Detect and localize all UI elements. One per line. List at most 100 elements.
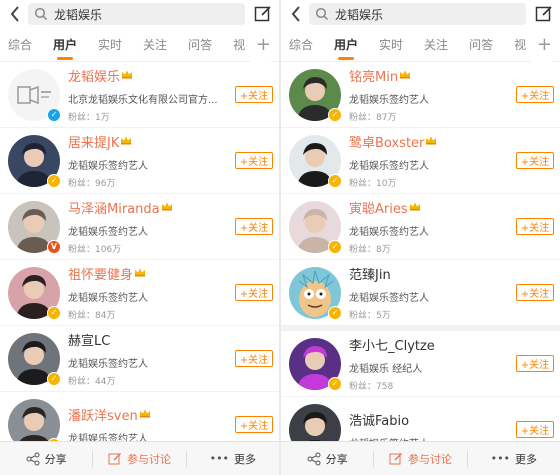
fan-count: 粉丝：8万 — [349, 245, 391, 255]
share-button[interactable]: 分享 — [0, 442, 92, 475]
discuss-label: 参与讨论 — [407, 452, 452, 466]
user-info: 范臻Jin 龙韬娱乐签约艺人 粉丝：5万 — [349, 264, 516, 321]
bottom-bar: 分享 参与讨论 ••• 更多 — [281, 441, 560, 475]
user-row[interactable]: ✓ 鹭卓Boxster 龙韬娱乐签约艺人 粉丝：10万 +关注 — [281, 128, 560, 194]
avatar[interactable]: ✓ — [289, 200, 342, 254]
tab-users[interactable]: 用户 — [334, 28, 358, 62]
tab-following[interactable]: 关注 — [143, 28, 167, 62]
tab-realtime[interactable]: 实时 — [379, 28, 403, 62]
user-name[interactable]: 赫宣LC — [68, 330, 235, 349]
avatar[interactable]: ✓ — [8, 332, 61, 386]
user-name[interactable]: 马泽涵Miranda — [68, 198, 235, 217]
follow-button[interactable]: +关注 — [235, 416, 273, 433]
back-icon[interactable] — [6, 0, 24, 28]
user-info: 李小七_Clytze 龙韬娱乐 经纪人 粉丝：758 — [349, 335, 516, 392]
user-name[interactable]: 铭亮Min — [349, 66, 516, 85]
fan-count: 粉丝：87万 — [349, 113, 397, 123]
user-name[interactable]: 潘跃洋sven — [68, 405, 235, 424]
follow-button[interactable]: +关注 — [235, 350, 273, 367]
user-info: 龙韬娱乐 北京龙韬娱乐文化有限公司官方... 粉丝：1万 — [68, 66, 235, 123]
avatar[interactable]: ✓ — [8, 68, 61, 122]
discuss-button[interactable]: 参与讨论 — [93, 442, 185, 475]
avatar[interactable]: ✓ — [289, 68, 342, 122]
avatar[interactable]: V — [8, 200, 61, 254]
user-info: 马泽涵Miranda 龙韬娱乐签约艺人 粉丝：106万 — [68, 198, 235, 255]
add-tab-icon[interactable]: + — [249, 28, 271, 62]
user-description: 北京龙韬娱乐文化有限公司官方... — [68, 95, 218, 106]
follow-button[interactable]: +关注 — [516, 152, 554, 169]
follow-button[interactable]: +关注 — [235, 152, 273, 169]
tab-following[interactable]: 关注 — [424, 28, 448, 62]
avatar[interactable]: ✓ — [8, 266, 61, 320]
user-description: 龙韬娱乐签约艺人 — [68, 227, 148, 238]
follow-button[interactable]: +关注 — [516, 86, 554, 103]
follow-button[interactable]: +关注 — [235, 86, 273, 103]
avatar[interactable]: ✓ — [289, 337, 342, 391]
tab-bar: 综合 用户 实时 关注 问答 视 + — [0, 28, 279, 62]
user-info: 寅聪Aries 龙韬娱乐签约艺人 粉丝：8万 — [349, 198, 516, 255]
user-name[interactable]: 寅聪Aries — [349, 198, 516, 217]
user-name[interactable]: 祖怀要健身 — [68, 264, 235, 283]
edit-icon — [108, 452, 121, 464]
fan-count: 粉丝：10万 — [349, 179, 397, 189]
more-button[interactable]: ••• 更多 — [468, 442, 560, 475]
follow-button[interactable]: +关注 — [516, 284, 554, 301]
fan-count: 粉丝：44万 — [68, 377, 116, 387]
user-name[interactable]: 浩诚Fabio — [349, 410, 516, 429]
discuss-button[interactable]: 参与讨论 — [374, 442, 466, 475]
add-tab-icon[interactable]: + — [530, 28, 552, 62]
follow-button[interactable]: +关注 — [235, 284, 273, 301]
edit-icon — [389, 452, 402, 464]
user-name[interactable]: 鹭卓Boxster — [349, 132, 516, 151]
tab-general[interactable]: 综合 — [8, 28, 32, 62]
follow-button[interactable]: +关注 — [516, 421, 554, 438]
search-input[interactable]: 龙韬娱乐 — [28, 3, 245, 25]
more-button[interactable]: ••• 更多 — [187, 442, 279, 475]
user-name[interactable]: 范臻Jin — [349, 264, 516, 283]
tab-users[interactable]: 用户 — [53, 28, 77, 62]
back-icon[interactable] — [287, 0, 305, 28]
tab-general[interactable]: 综合 — [289, 28, 313, 62]
search-input[interactable]: 龙韬娱乐 — [309, 3, 526, 25]
user-name-text: 李小七_Clytze — [349, 339, 435, 354]
user-description: 龙韬娱乐签约艺人 — [68, 293, 148, 304]
user-row[interactable]: ✓ 龙韬娱乐 北京龙韬娱乐文化有限公司官方... 粉丝：1万 +关注 — [0, 62, 279, 128]
more-dots-icon: ••• — [490, 452, 511, 465]
vip-crown-icon — [398, 68, 411, 83]
user-name[interactable]: 居来提JK — [68, 132, 235, 151]
user-row[interactable]: ✓ 赫宣LC 龙韬娱乐签约艺人 粉丝：44万 +关注 — [0, 326, 279, 392]
vip-crown-icon — [119, 134, 132, 149]
user-row[interactable]: ✓ 祖怀要健身 龙韬娱乐签约艺人 粉丝：84万 +关注 — [0, 260, 279, 326]
avatar[interactable]: ✓ — [289, 134, 342, 188]
user-row[interactable]: ✓ 范臻Jin 龙韬娱乐签约艺人 粉丝：5万 +关注 — [281, 260, 560, 331]
compose-icon[interactable] — [534, 4, 554, 24]
user-description: 龙韬娱乐签约艺人 — [349, 161, 429, 172]
share-button[interactable]: 分享 — [281, 442, 373, 475]
avatar[interactable]: ✓ — [289, 266, 342, 320]
user-row[interactable]: ✓ 寅聪Aries 龙韬娱乐签约艺人 粉丝：8万 +关注 — [281, 194, 560, 260]
follow-button[interactable]: +关注 — [516, 218, 554, 235]
more-dots-icon: ••• — [209, 452, 230, 465]
vip-crown-icon — [120, 68, 133, 83]
user-row[interactable]: ✓ 居来提JK 龙韬娱乐签约艺人 粉丝：96万 +关注 — [0, 128, 279, 194]
share-label: 分享 — [325, 452, 348, 466]
tab-qa[interactable]: 问答 — [469, 28, 493, 62]
user-name[interactable]: 李小七_Clytze — [349, 335, 516, 354]
user-row[interactable]: ✓ 铭亮Min 龙韬娱乐签约艺人 粉丝：87万 +关注 — [281, 62, 560, 128]
tab-video[interactable]: 视 — [233, 28, 245, 62]
tab-qa[interactable]: 问答 — [188, 28, 212, 62]
user-name[interactable]: 龙韬娱乐 — [68, 66, 235, 85]
user-name-text: 祖怀要健身 — [68, 268, 134, 283]
avatar[interactable]: ✓ — [8, 134, 61, 188]
follow-button[interactable]: +关注 — [235, 218, 273, 235]
tab-video[interactable]: 视 — [514, 28, 526, 62]
verified-badge-icon: ✓ — [47, 107, 61, 122]
user-info: 鹭卓Boxster 龙韬娱乐签约艺人 粉丝：10万 — [349, 132, 516, 189]
user-name-text: 马泽涵Miranda — [68, 202, 160, 217]
follow-button[interactable]: +关注 — [516, 355, 554, 372]
user-row[interactable]: V 马泽涵Miranda 龙韬娱乐签约艺人 粉丝：106万 +关注 — [0, 194, 279, 260]
tab-realtime[interactable]: 实时 — [98, 28, 122, 62]
user-description: 龙韬娱乐签约艺人 — [68, 359, 148, 370]
user-row[interactable]: ✓ 李小七_Clytze 龙韬娱乐 经纪人 粉丝：758 +关注 — [281, 331, 560, 397]
compose-icon[interactable] — [253, 4, 273, 24]
